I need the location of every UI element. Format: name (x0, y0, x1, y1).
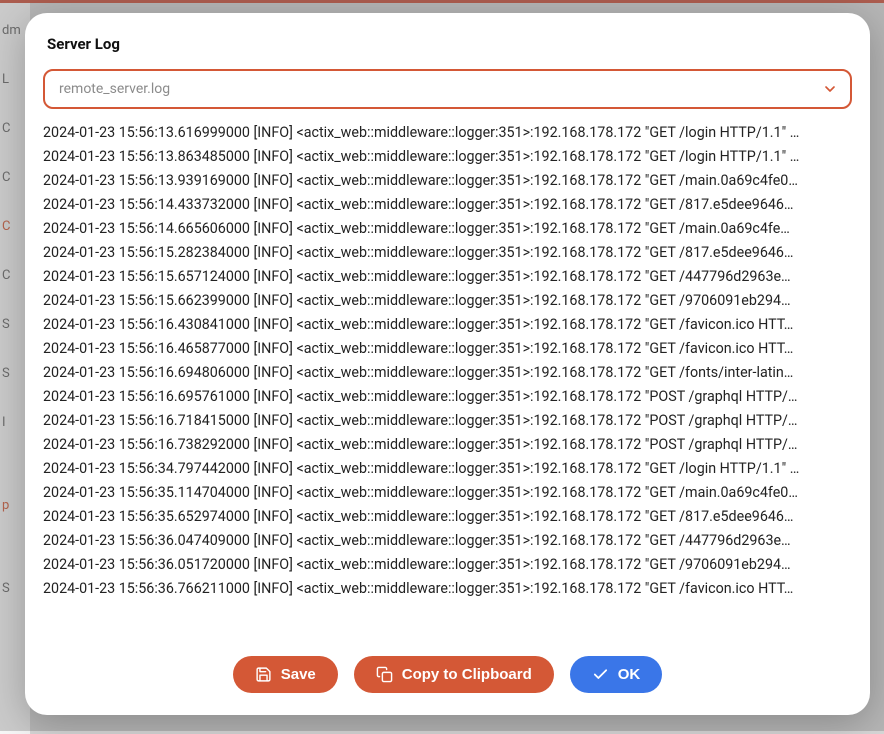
log-file-select-wrap: remote_server.log (43, 69, 852, 109)
log-line: 2024-01-23 15:56:34.797442000 [INFO] <ac… (43, 457, 856, 481)
log-line: 2024-01-23 15:56:15.657124000 [INFO] <ac… (43, 265, 856, 289)
log-line: 2024-01-23 15:56:36.766211000 [INFO] <ac… (43, 577, 856, 601)
log-line: 2024-01-23 15:56:13.863485000 [INFO] <ac… (43, 145, 856, 169)
server-log-modal: Server Log remote_server.log 2024-01-23 … (25, 13, 870, 715)
log-file-select-value: remote_server.log (59, 81, 170, 97)
log-line: 2024-01-23 15:56:14.433732000 [INFO] <ac… (43, 193, 856, 217)
copy-to-clipboard-button[interactable]: Copy to Clipboard (354, 656, 554, 693)
clipboard-copy-icon (376, 666, 393, 683)
log-line: 2024-01-23 15:56:16.738292000 [INFO] <ac… (43, 433, 856, 457)
log-line: 2024-01-23 15:56:36.051720000 [INFO] <ac… (43, 553, 856, 577)
save-icon (255, 666, 272, 683)
ok-button-label: OK (618, 666, 641, 683)
log-line: 2024-01-23 15:56:16.695761000 [INFO] <ac… (43, 385, 856, 409)
log-line: 2024-01-23 15:56:16.718415000 [INFO] <ac… (43, 409, 856, 433)
log-line: 2024-01-23 15:56:16.465877000 [INFO] <ac… (43, 337, 856, 361)
log-line: 2024-01-23 15:56:16.694806000 [INFO] <ac… (43, 361, 856, 385)
log-line: 2024-01-23 15:56:35.652974000 [INFO] <ac… (43, 505, 856, 529)
log-line: 2024-01-23 15:56:13.939169000 [INFO] <ac… (43, 169, 856, 193)
log-line: 2024-01-23 15:56:15.662399000 [INFO] <ac… (43, 289, 856, 313)
modal-footer: Save Copy to Clipboard OK (25, 636, 870, 693)
save-button[interactable]: Save (233, 656, 338, 693)
log-line: 2024-01-23 15:56:16.430841000 [INFO] <ac… (43, 313, 856, 337)
copy-button-label: Copy to Clipboard (402, 666, 532, 683)
log-line: 2024-01-23 15:56:15.282384000 [INFO] <ac… (43, 241, 856, 265)
log-file-select[interactable]: remote_server.log (43, 69, 852, 109)
modal-title: Server Log (47, 35, 848, 53)
log-output[interactable]: 2024-01-23 15:56:13.616999000 [INFO] <ac… (43, 121, 866, 636)
log-line: 2024-01-23 15:56:36.047409000 [INFO] <ac… (43, 529, 856, 553)
log-line: 2024-01-23 15:56:13.616999000 [INFO] <ac… (43, 121, 856, 145)
modal-header: Server Log (25, 35, 870, 69)
log-line: 2024-01-23 15:56:14.665606000 [INFO] <ac… (43, 217, 856, 241)
save-button-label: Save (281, 666, 316, 683)
check-icon (592, 666, 609, 683)
ok-button[interactable]: OK (570, 656, 663, 693)
log-line: 2024-01-23 15:56:35.114704000 [INFO] <ac… (43, 481, 856, 505)
